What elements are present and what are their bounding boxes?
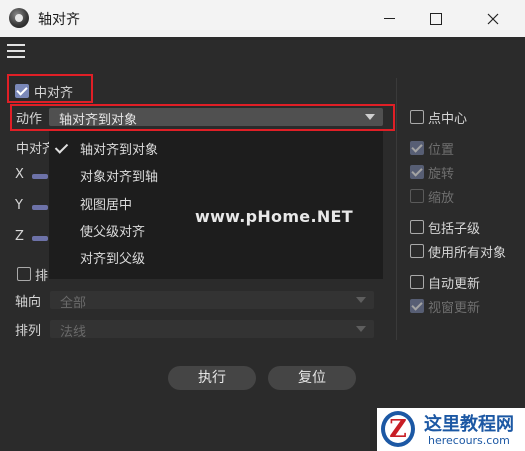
center-align-row-label: 中对齐 [16,142,49,156]
auto-update-label: 自动更新 [428,277,481,292]
chevron-down-icon [356,297,366,303]
rotation-label: 旋转 [428,167,455,182]
arrange-select[interactable]: 法线 [50,320,374,340]
axis-direction-select[interactable]: 全部 [50,291,374,311]
position-label: 位置 [428,143,455,158]
site-logo: Z 这里教程网 herecours.com [377,408,525,451]
menu-item-align-parent[interactable]: 使父级对齐 [80,221,145,240]
action-dropdown-menu: 轴对齐到对象 对象对齐到轴 视图居中 使父级对齐 对齐到父级 [49,131,383,279]
include-children-label: 包括子级 [428,222,481,237]
watermark-text: www.pHome.NET [195,207,353,226]
menu-item-object-to-axis[interactable]: 对象对齐到轴 [80,166,158,185]
reset-button[interactable]: 复位 [268,366,356,390]
include-children-checkbox[interactable] [410,220,424,234]
viewport-update-checkbox[interactable] [410,299,424,313]
arrange-value: 法线 [60,325,87,340]
point-center-checkbox[interactable] [410,110,424,124]
arrange-checkbox-label: 排 [35,269,49,284]
use-all-objects-label: 使用所有对象 [428,246,507,261]
arrange-checkbox[interactable] [17,267,31,281]
menu-item-view-center[interactable]: 视图居中 [80,194,132,213]
axis-y-label: Y [15,198,23,213]
auto-update-checkbox[interactable] [410,275,424,289]
logo-domain-text: herecours.com [428,434,510,447]
minimize-button[interactable] [366,0,412,37]
viewport-update-label: 视窗更新 [428,301,481,316]
menu-item-axis-to-object[interactable]: 轴对齐到对象 [80,139,158,158]
axis-direction-value: 全部 [60,296,87,311]
highlight-box-center-align [7,74,93,103]
hamburger-menu-icon[interactable] [7,44,25,58]
logo-chinese-text: 这里教程网 [424,414,514,435]
window-title: 轴对齐 [38,12,80,28]
close-icon [487,13,499,24]
scale-checkbox[interactable] [410,189,424,203]
use-all-objects-checkbox[interactable] [410,244,424,258]
chevron-down-icon [356,326,366,332]
axis-y-slider-handle[interactable] [32,205,48,210]
axis-x-slider-handle[interactable] [32,174,48,179]
cinema4d-app-icon [9,8,29,28]
axis-z-label: Z [15,229,24,244]
center-align-row-clipped: 中对齐 [16,138,49,156]
point-center-label: 点中心 [428,112,468,127]
minimize-icon [383,18,395,19]
position-checkbox[interactable] [410,141,424,155]
execute-button[interactable]: 执行 [168,366,256,390]
menu-item-align-to-parent[interactable]: 对齐到父级 [80,248,145,267]
logo-z-mark: Z [381,411,415,447]
axis-x-label: X [15,167,24,182]
highlight-box-action [10,104,395,131]
maximize-icon [430,12,442,25]
arrange-label: 排列 [15,324,42,339]
title-bar: 轴对齐 [0,0,525,37]
scale-label: 缩放 [428,191,455,206]
axis-direction-label: 轴向 [15,295,42,310]
checkmark-icon [54,140,69,154]
maximize-button[interactable] [413,0,459,37]
close-button[interactable] [470,0,516,37]
axis-z-slider-handle[interactable] [32,236,48,241]
vertical-divider [396,78,397,340]
rotation-checkbox[interactable] [410,165,424,179]
